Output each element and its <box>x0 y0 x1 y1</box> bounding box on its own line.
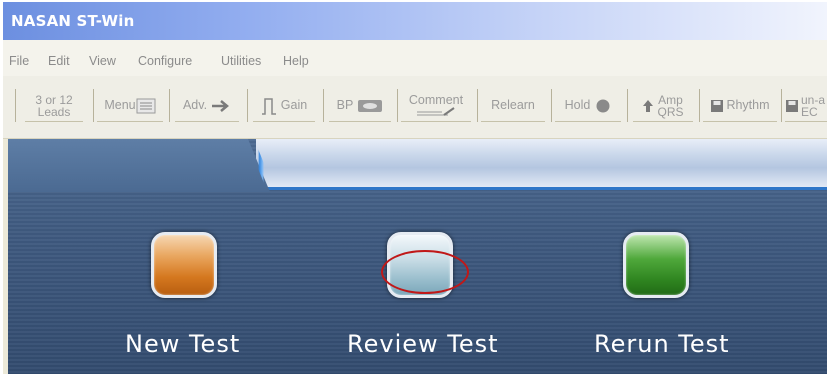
toolbar-separator <box>477 89 478 122</box>
red-annotation-circle <box>381 250 469 294</box>
rhythm-button[interactable]: Rhythm <box>703 90 777 122</box>
gain-button[interactable]: Gain <box>253 90 315 122</box>
pencil-icon <box>417 107 455 116</box>
advance-button[interactable]: Adv. <box>175 90 239 122</box>
menu-file[interactable]: File <box>9 54 29 68</box>
toolbar-separator <box>169 89 170 122</box>
rerun-test-label[interactable]: Rerun Test <box>594 330 730 358</box>
rerun-test-button[interactable] <box>623 232 689 298</box>
review-test-label[interactable]: Review Test <box>347 330 499 358</box>
unaveraged-label-line2: EC <box>801 104 818 119</box>
leads-button[interactable]: 3 or 12 Leads <box>25 90 83 122</box>
arrow-up-icon <box>643 99 654 112</box>
toolbar-separator <box>699 89 700 122</box>
save-disk-icon <box>786 99 798 112</box>
record-dot-icon <box>596 99 610 112</box>
comment-button[interactable]: Comment <box>401 90 471 122</box>
bp-cuff-icon <box>358 99 383 112</box>
active-tab[interactable] <box>8 139 270 192</box>
comment-button-label: Comment <box>408 93 464 107</box>
leads-label-line2: Leads <box>37 104 71 119</box>
gain-button-label: Gain <box>280 98 308 112</box>
amp-label: Amp <box>658 92 683 107</box>
menu-edit[interactable]: Edit <box>48 54 70 68</box>
hold-button-label: Hold <box>564 98 591 112</box>
menu-utilities[interactable]: Utilities <box>221 54 261 68</box>
menu-help[interactable]: Help <box>283 54 309 68</box>
unaveraged-ecg-button[interactable]: un-a EC <box>785 90 827 122</box>
inactive-tab-strip <box>256 139 827 190</box>
toolbar-separator <box>247 89 248 122</box>
leads-label-line1: 3 or 12 <box>35 92 73 107</box>
unaveraged-label-line1: un-a <box>801 92 826 107</box>
relearn-button-label: Relearn <box>491 98 535 112</box>
title-bar: NASAN ST-Win <box>3 2 827 40</box>
menu-button-label: Menu <box>104 98 136 112</box>
app-window: NASAN ST-Win File Edit View Configure Ut… <box>3 2 827 374</box>
menu-view[interactable]: View <box>89 54 116 68</box>
rhythm-button-label: Rhythm <box>726 98 770 112</box>
bp-button-label: BP <box>336 98 354 112</box>
menu-button[interactable]: Menu <box>97 90 163 122</box>
relearn-button[interactable]: Relearn <box>481 90 545 122</box>
toolbar-separator <box>551 89 552 122</box>
arrow-right-icon <box>212 99 229 112</box>
toolbar-separator <box>93 89 94 122</box>
menu-configure[interactable]: Configure <box>138 54 192 68</box>
new-test-button[interactable] <box>151 232 217 298</box>
toolbar-separator <box>15 89 16 122</box>
menu-bar: File Edit View Configure Utilities Help <box>3 40 827 77</box>
save-disk-icon <box>711 99 724 112</box>
amp-qrs-button[interactable]: Amp QRS <box>633 90 693 122</box>
advance-button-label: Adv. <box>182 98 208 112</box>
qrs-label: QRS <box>657 104 684 119</box>
toolbar-separator <box>397 89 398 122</box>
hold-button[interactable]: Hold <box>555 90 621 122</box>
window-title: NASAN ST-Win <box>11 12 135 30</box>
toolbar-separator <box>627 89 628 122</box>
pulse-icon <box>261 97 276 115</box>
toolbar-separator <box>323 89 324 122</box>
new-test-label[interactable]: New Test <box>125 330 240 358</box>
menu-list-icon <box>136 98 156 113</box>
bp-button[interactable]: BP <box>329 90 391 122</box>
toolbar: 3 or 12 Leads Menu Adv. Gain BP Comment … <box>3 76 827 139</box>
toolbar-separator <box>781 89 782 122</box>
main-panel: New Test Review Test Rerun Test <box>8 139 827 374</box>
